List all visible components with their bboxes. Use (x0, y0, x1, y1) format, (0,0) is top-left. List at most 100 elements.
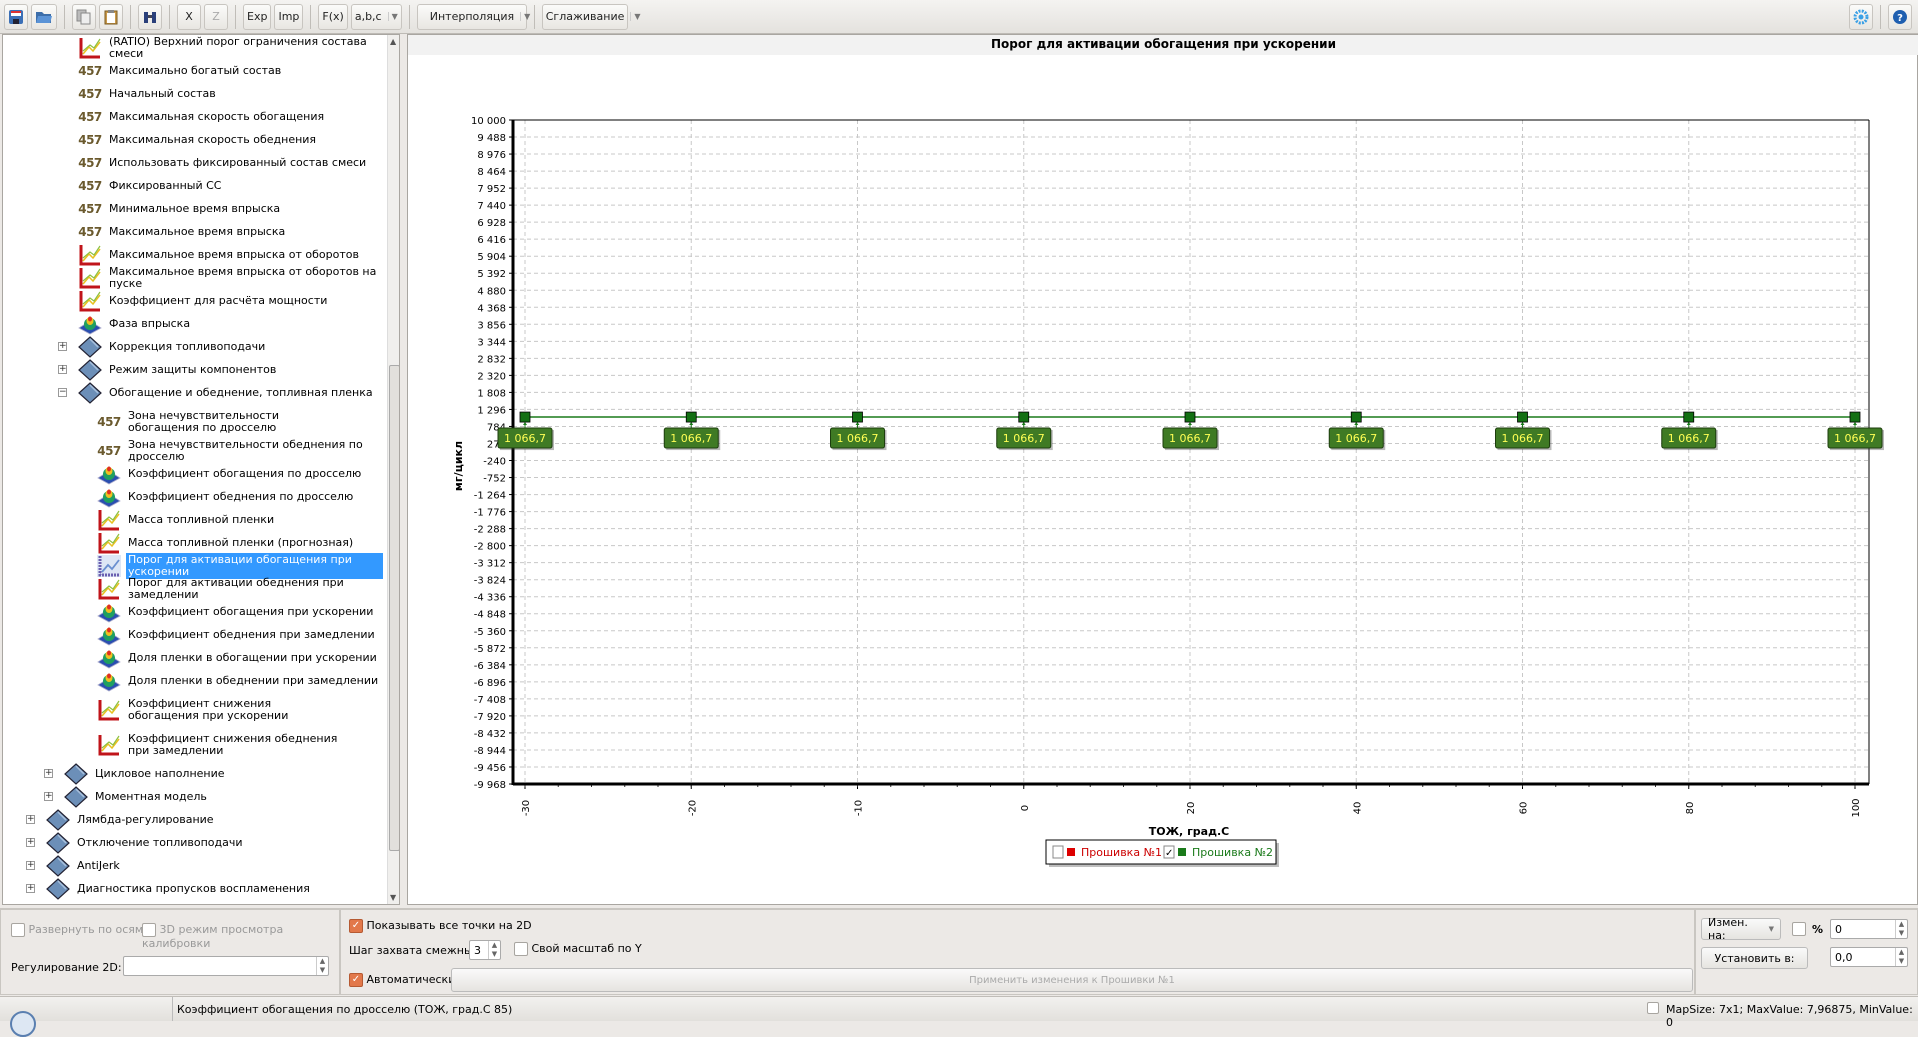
tree-item[interactable]: + Отключение топливоподачи (3, 831, 383, 854)
expand-icon[interactable]: + (58, 341, 67, 351)
paste-button[interactable] (99, 3, 123, 30)
tree-item[interactable]: Порог для активации обеднения при замедл… (3, 576, 383, 600)
tree-item[interactable]: Коэффициент обогащения при ускорении (3, 600, 383, 623)
expand-icon[interactable]: + (44, 768, 53, 778)
tree-item[interactable]: + Диагностика пропусков воспламенения (3, 877, 383, 900)
smoothing-dropdown[interactable]: Сглаживание ▼ (541, 3, 641, 30)
tree-item[interactable]: − Обогащение и обеднение, топливная пленк… (3, 381, 383, 404)
change-by-input[interactable]: 0 ▲ ▼ (1830, 919, 1908, 939)
apply-changes-button[interactable]: Применить изменения к Прошивки №1 (451, 968, 1693, 992)
tree-item[interactable]: Коэффициент снижения обогащения при уско… (3, 692, 383, 727)
import-button[interactable]: Imp (274, 3, 304, 30)
tree-item[interactable]: Масса топливной пленки (прогнозная) (3, 531, 383, 554)
spinner-arrows-icon[interactable]: ▲ ▼ (1895, 920, 1907, 938)
scrollbar-thumb[interactable] (389, 365, 399, 851)
tree-item[interactable]: Коэффициент снижения обеднения при замед… (3, 727, 383, 762)
tree-item[interactable]: 457 Фиксированный СС (3, 174, 383, 197)
tree-item[interactable]: Максимальное время впрыска от оборотов (3, 243, 383, 266)
abc-dropdown[interactable]: a,b,c ▼ (350, 3, 402, 30)
regulation-2d-input[interactable]: ▲ ▼ (123, 956, 329, 976)
calibration-tree[interactable]: (RATIO) Верхний порог ограничения состав… (2, 34, 400, 905)
find-button[interactable] (138, 3, 162, 30)
expand-icon[interactable]: + (26, 814, 35, 824)
tree-item[interactable]: Порог для активации обогащения при ускор… (3, 552, 383, 579)
view-3d-checkbox[interactable]: 3D режим просмотра калибровки (142, 923, 339, 950)
tree-item[interactable]: + Коррекция топливоподачи (3, 335, 383, 358)
checkbox[interactable] (142, 923, 156, 937)
checkbox[interactable] (514, 942, 528, 956)
collapse-icon[interactable]: − (58, 387, 67, 397)
auto-checkbox[interactable]: ✓ Автоматически (349, 973, 455, 987)
expand-axes-checkbox[interactable]: Развернуть по осям (11, 923, 143, 937)
x-button[interactable]: X (177, 3, 201, 30)
tree-item[interactable]: 457 Зона нечувствительности обогащения по… (3, 404, 383, 439)
tree-item[interactable]: Масса топливной пленки (3, 508, 383, 531)
legend-series-1-checkbox[interactable] (1052, 845, 1064, 859)
tree-item[interactable]: Максимальное время впрыска от оборотов н… (3, 265, 383, 289)
expand-icon[interactable]: + (26, 860, 35, 870)
scroll-down-arrow-icon[interactable]: ▼ (390, 893, 396, 902)
tree-scrollbar[interactable]: ▲ ▼ (387, 35, 399, 904)
data-point[interactable] (852, 411, 863, 423)
tree-item[interactable]: Фаза впрыска (3, 312, 383, 335)
tree-item[interactable]: 457 Максимальное время впрыска (3, 220, 383, 243)
copy-button[interactable] (72, 3, 96, 30)
tree-item[interactable]: Коэффициент обогащения по дросселю (3, 462, 383, 485)
tree-item[interactable]: + Цикловое наполнение (3, 762, 383, 785)
tree-item[interactable]: Коэффициент обеднения по дросселю (3, 485, 383, 508)
function-button[interactable]: F(x) (318, 3, 348, 30)
set-to-input[interactable]: 0,0 ▲ ▼ (1830, 947, 1908, 967)
tree-item[interactable]: 457 Использовать фиксированный состав сме… (3, 151, 383, 174)
tree-item[interactable]: + AntiJerk (3, 854, 383, 877)
data-point[interactable] (1350, 411, 1362, 423)
change-by-dropdown[interactable]: Измен. на: ▼ (1701, 916, 1781, 942)
status-checkbox[interactable] (1647, 1002, 1659, 1014)
scroll-up-arrow-icon[interactable]: ▲ (390, 37, 396, 46)
tree-item[interactable]: 457 Начальный состав (3, 82, 383, 105)
data-point[interactable] (1018, 411, 1030, 423)
data-point[interactable] (1849, 411, 1861, 423)
data-point[interactable] (1517, 411, 1528, 423)
checkbox[interactable] (11, 923, 25, 937)
tree-item[interactable]: + Моментная модель (3, 785, 383, 808)
show-all-points-checkbox[interactable]: ✓ Показывать все точки на 2D (349, 919, 532, 933)
tree-item[interactable]: (RATIO) Верхний порог ограничения состав… (3, 35, 383, 59)
tree-item[interactable]: Доля пленки в обогащении при ускорении (3, 646, 383, 669)
tree-item[interactable]: 457 Минимальное время впрыска (3, 197, 383, 220)
help-button[interactable]: ? (1888, 3, 1912, 30)
interpolation-dropdown[interactable]: Интерполяция ▼ (416, 3, 530, 30)
own-scale-y-checkbox[interactable]: Свой масштаб по Y (514, 942, 642, 956)
tree-item[interactable]: + Лямбда-регулирование (3, 808, 383, 831)
save-button[interactable] (4, 3, 28, 30)
checkmark-icon[interactable]: ✓ (349, 973, 363, 987)
expand-icon[interactable]: + (26, 837, 35, 847)
checkmark-icon[interactable]: ✓ (349, 919, 363, 933)
spinner-arrows-icon[interactable]: ▲ ▼ (488, 941, 500, 959)
set-to-button[interactable]: Установить в: (1701, 947, 1808, 969)
expand-icon[interactable]: + (44, 791, 53, 801)
tree-item[interactable]: Коэффициент обеднения при замедлении (3, 623, 383, 646)
legend-series-2-label[interactable]: Прошивка №2 (1192, 846, 1273, 859)
tree-item[interactable]: Коэффициент для расчёта мощности (3, 289, 383, 312)
data-point[interactable] (1683, 411, 1695, 423)
z-button[interactable]: Z (204, 3, 228, 30)
expand-icon[interactable]: + (26, 883, 35, 893)
spinner-arrows-icon[interactable]: ▲ ▼ (1895, 948, 1907, 966)
settings-button[interactable] (1849, 3, 1873, 30)
data-point[interactable] (685, 411, 697, 423)
data-point[interactable] (519, 411, 531, 423)
spinner-arrows-icon[interactable]: ▲ ▼ (316, 957, 328, 975)
export-button[interactable]: Exp (243, 3, 272, 30)
tree-item[interactable]: 457 Максимальная скорость обогащения (3, 105, 383, 128)
capture-step-spinner[interactable]: 3 ▲ ▼ (469, 940, 501, 960)
chart-canvas[interactable]: мг/цикл ТОЖ, град.С 10 000 9 488 8 976 8 46… (408, 35, 1918, 906)
tree-item[interactable]: + Режим защиты компонентов (3, 358, 383, 381)
legend-series-1-label[interactable]: Прошивка №1 (1081, 846, 1162, 859)
expand-icon[interactable]: + (58, 364, 67, 374)
tree-item[interactable]: 457 Зона нечувствительности обеднения по … (3, 438, 383, 462)
app-orb-icon[interactable] (10, 1011, 36, 1037)
data-point[interactable] (1184, 411, 1196, 423)
tree-item[interactable]: 457 Максимальная скорость обеднения (3, 128, 383, 151)
tree-item[interactable]: 457 Максимально богатый состав (3, 59, 383, 82)
percent-checkbox[interactable] (1792, 922, 1806, 936)
